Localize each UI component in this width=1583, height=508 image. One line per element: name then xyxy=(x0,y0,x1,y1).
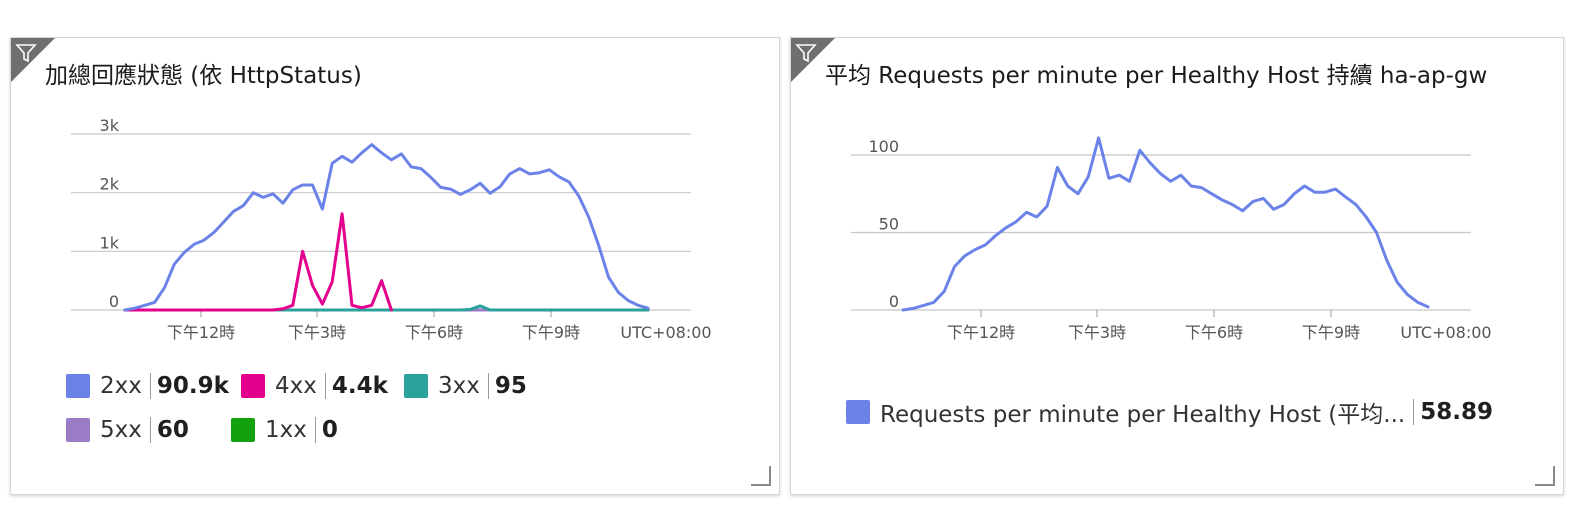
legend-swatch xyxy=(66,418,90,442)
legend-item[interactable]: 3xx 95 xyxy=(404,373,527,399)
legend-swatch xyxy=(231,418,255,442)
http-status-tile[interactable]: 加總回應狀態 (依 HttpStatus) 0 1k 2k 3k 下午12時 下午3時 下午… xyxy=(10,37,780,495)
timezone-label: UTC+08:00 xyxy=(620,323,711,342)
x-tick-label: 下午9時 xyxy=(1302,323,1360,342)
legend-series-name: 4xx xyxy=(275,373,317,399)
legend-swatch xyxy=(404,374,428,398)
legend-series-total: 95 xyxy=(494,373,527,399)
x-tick-label: 下午12時 xyxy=(167,323,235,342)
legend-series-name: 3xx xyxy=(438,373,480,399)
legend-divider xyxy=(314,417,316,443)
y-tick-label: 0 xyxy=(889,292,899,311)
legend-item[interactable]: Requests per minute per Healthy Host (平均… xyxy=(846,395,1493,429)
y-tick-label: 50 xyxy=(879,215,899,234)
legend-series-total: 60 xyxy=(156,417,189,443)
legend-swatch xyxy=(846,400,870,424)
requests-per-host-chart[interactable]: 0 50 100 下午12時 下午3時 下午6時 下午9時 UTC+08:00 xyxy=(791,38,1565,358)
legend-item[interactable]: 1xx 0 xyxy=(231,417,338,443)
y-tick-label: 3k xyxy=(100,116,120,135)
legend-swatch xyxy=(66,374,90,398)
x-tick-label: 下午12時 xyxy=(947,323,1015,342)
legend-series-total: 4.4k xyxy=(331,373,388,399)
legend-swatch xyxy=(241,374,265,398)
series-line-4xx[interactable] xyxy=(123,212,393,312)
legend-item[interactable]: 2xx 90.9k xyxy=(66,373,229,399)
x-tick-label: 下午3時 xyxy=(1068,323,1126,342)
resize-handle[interactable] xyxy=(751,466,771,486)
legend-divider xyxy=(324,373,326,399)
legend-divider xyxy=(149,417,151,443)
legend-series-total: 58.89 xyxy=(1420,399,1493,425)
legend-divider xyxy=(1413,399,1415,425)
requests-per-host-tile[interactable]: 平均 Requests per minute per Healthy Host … xyxy=(790,37,1564,495)
legend-item[interactable]: 5xx 60 xyxy=(66,417,189,443)
resize-handle[interactable] xyxy=(1535,466,1555,486)
legend-series-name: 5xx xyxy=(100,417,142,443)
y-tick-label: 2k xyxy=(100,175,120,194)
legend-series-total: 90.9k xyxy=(156,373,229,399)
legend-series-total: 0 xyxy=(321,417,338,443)
legend-item[interactable]: 4xx 4.4k xyxy=(241,373,388,399)
x-tick-label: 下午3時 xyxy=(288,323,346,342)
x-tick-label: 下午9時 xyxy=(522,323,580,342)
series-line-requests-per-minute-per-healthy-host-[interactable] xyxy=(901,136,1430,312)
legend-series-name: 1xx xyxy=(265,417,307,443)
http-status-chart[interactable]: 0 1k 2k 3k 下午12時 下午3時 下午6時 下午9時 UTC+08:00 xyxy=(11,38,781,358)
x-tick-label: 下午6時 xyxy=(1185,323,1243,342)
timezone-label: UTC+08:00 xyxy=(1400,323,1491,342)
y-tick-label: 1k xyxy=(100,233,120,252)
legend-divider xyxy=(487,373,489,399)
y-tick-label: 0 xyxy=(109,292,119,311)
series-line-2xx[interactable] xyxy=(123,143,650,312)
x-tick-label: 下午6時 xyxy=(405,323,463,342)
legend-series-name: 2xx xyxy=(100,373,142,399)
legend-series-name: Requests per minute per Healthy Host (平均… xyxy=(880,402,1406,428)
legend-divider xyxy=(149,373,151,399)
y-tick-label: 100 xyxy=(868,137,899,156)
